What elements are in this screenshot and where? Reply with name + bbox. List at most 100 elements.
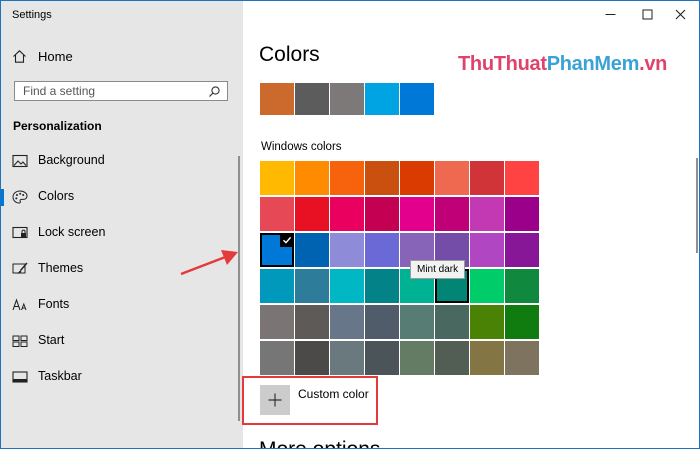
minimize-button[interactable] — [593, 3, 627, 25]
color-swatch[interactable] — [470, 341, 504, 375]
home-label: Home — [38, 48, 73, 64]
color-swatch[interactable] — [260, 269, 294, 303]
search-icon[interactable] — [208, 85, 221, 103]
color-swatch[interactable] — [400, 305, 434, 339]
color-swatch[interactable] — [505, 269, 539, 303]
color-swatch[interactable] — [330, 233, 364, 267]
minimize-icon — [605, 13, 615, 15]
color-swatch[interactable] — [470, 269, 504, 303]
window-title: Settings — [12, 9, 52, 21]
sidebar-item-fonts[interactable]: Fonts — [1, 291, 243, 319]
color-swatch[interactable] — [330, 161, 364, 195]
start-grid-icon — [12, 334, 28, 348]
windows-colors-heading: Windows colors — [261, 141, 342, 153]
sidebar-item-background[interactable]: Background — [1, 147, 243, 175]
color-swatch[interactable] — [260, 197, 294, 231]
color-swatch[interactable] — [435, 305, 469, 339]
color-swatch[interactable] — [295, 197, 329, 231]
sidebar-item-label: Lock screen — [38, 225, 106, 239]
fonts-icon — [12, 298, 28, 312]
maximize-icon — [642, 9, 652, 19]
color-tooltip: Mint dark — [410, 260, 466, 279]
brush-icon — [12, 262, 28, 276]
color-swatch[interactable] — [400, 341, 434, 375]
color-swatch[interactable] — [505, 161, 539, 195]
close-icon — [675, 9, 685, 19]
color-swatch[interactable] — [295, 233, 329, 267]
color-swatch[interactable] — [505, 233, 539, 267]
color-swatch[interactable] — [505, 305, 539, 339]
sidebar-item-taskbar[interactable]: Taskbar — [1, 363, 243, 391]
palette-icon — [12, 190, 28, 204]
watermark-part-2: PhanMem — [546, 53, 640, 75]
recent-color-swatch[interactable] — [295, 83, 329, 115]
recent-color-swatch[interactable] — [400, 83, 434, 115]
color-swatch[interactable] — [400, 197, 434, 231]
color-swatch[interactable] — [260, 161, 294, 195]
home-icon — [12, 49, 30, 64]
color-swatch[interactable] — [400, 161, 434, 195]
sidebar-item-label: Themes — [38, 261, 84, 275]
more-options-heading: More options — [259, 438, 380, 448]
sidebar-item-label: Taskbar — [38, 369, 82, 383]
color-swatch[interactable] — [260, 341, 294, 375]
sidebar-scrollbar[interactable] — [238, 156, 240, 421]
sidebar-item-label: Colors — [38, 189, 75, 203]
sidebar: Settings Home Personalization Background — [1, 1, 243, 448]
watermark-part-3: .vn — [639, 53, 668, 75]
recent-color-swatch[interactable] — [365, 83, 399, 115]
page-title: Colors — [259, 43, 320, 66]
color-swatch[interactable] — [365, 233, 399, 267]
color-swatch[interactable] — [470, 161, 504, 195]
color-swatch[interactable] — [260, 305, 294, 339]
windows-colors-grid — [260, 161, 539, 375]
recent-color-swatch[interactable] — [330, 83, 364, 115]
sidebar-item-label: Start — [38, 333, 65, 347]
color-swatch[interactable] — [295, 305, 329, 339]
lock-screen-icon — [12, 226, 28, 240]
color-swatch[interactable] — [295, 341, 329, 375]
color-swatch[interactable] — [295, 161, 329, 195]
color-swatch[interactable] — [365, 197, 399, 231]
color-swatch[interactable] — [260, 233, 294, 267]
color-swatch[interactable] — [365, 269, 399, 303]
color-swatch[interactable] — [470, 197, 504, 231]
color-swatch[interactable] — [365, 305, 399, 339]
color-swatch[interactable] — [330, 305, 364, 339]
maximize-button[interactable] — [630, 3, 664, 25]
color-swatch[interactable] — [295, 269, 329, 303]
recent-colors — [260, 83, 434, 115]
close-button[interactable] — [663, 3, 697, 25]
sidebar-item-start[interactable]: Start — [1, 327, 243, 355]
search-input[interactable] — [15, 82, 203, 100]
color-swatch[interactable] — [435, 197, 469, 231]
color-swatch[interactable] — [505, 197, 539, 231]
color-swatch[interactable] — [365, 341, 399, 375]
watermark-part-1: ThuThuat — [458, 53, 547, 75]
sidebar-item-label: Fonts — [38, 297, 70, 311]
picture-icon — [12, 154, 28, 168]
color-swatch[interactable] — [330, 269, 364, 303]
sidebar-item-themes[interactable]: Themes — [1, 255, 243, 283]
color-swatch[interactable] — [470, 233, 504, 267]
color-swatch[interactable] — [435, 161, 469, 195]
content-scrollbar[interactable] — [696, 158, 698, 253]
color-swatch[interactable] — [470, 305, 504, 339]
color-swatch[interactable] — [435, 341, 469, 375]
color-swatch[interactable] — [365, 161, 399, 195]
sidebar-item-label: Background — [38, 153, 105, 167]
checkmark-icon — [280, 233, 294, 247]
section-title: Personalization — [13, 119, 102, 133]
sidebar-item-lock-screen[interactable]: Lock screen — [1, 219, 243, 247]
selection-indicator — [1, 189, 4, 206]
home-link[interactable]: Home — [12, 46, 73, 66]
color-swatch[interactable] — [505, 341, 539, 375]
recent-color-swatch[interactable] — [260, 83, 294, 115]
taskbar-icon — [12, 370, 28, 384]
sidebar-item-colors[interactable]: Colors — [1, 183, 243, 211]
color-swatch[interactable] — [330, 341, 364, 375]
watermark-logo: ThuThuatPhanMem.vn — [458, 53, 667, 76]
search-box[interactable] — [14, 81, 228, 101]
color-swatch[interactable] — [330, 197, 364, 231]
annotation-highlight-box — [242, 376, 378, 425]
